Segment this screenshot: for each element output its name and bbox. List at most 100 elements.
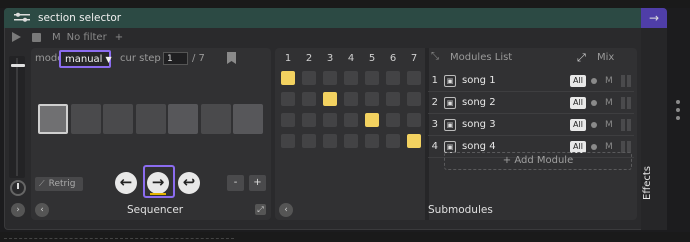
module-number: 3: [431, 119, 438, 130]
level-bar: [620, 96, 625, 109]
return-button[interactable]: ↩: [178, 172, 200, 194]
device-title: section selector: [38, 12, 122, 24]
step-block-4[interactable]: [135, 104, 166, 134]
grid-cell-r3-c6[interactable]: [386, 113, 400, 127]
filter-label[interactable]: No filter: [67, 32, 107, 43]
retrig-label: Retrig: [48, 179, 76, 189]
grid-cell-r1-c3[interactable]: [323, 71, 337, 85]
retrig-button[interactable]: ⟋ Retrig: [35, 177, 83, 191]
level-bar: [620, 118, 625, 131]
column-3: 3: [326, 53, 334, 64]
grid-cell-r4-c7[interactable]: [407, 134, 421, 148]
mode-select[interactable]: manual ▼: [59, 50, 112, 68]
step-block-5[interactable]: [168, 104, 198, 134]
collapse-arrow-button[interactable]: →: [641, 8, 667, 28]
level-bar: [620, 140, 625, 153]
add-filter-button[interactable]: +: [115, 32, 123, 43]
grid-cell-r2-c1[interactable]: [281, 92, 295, 106]
grid-cell-r4-c2[interactable]: [302, 134, 316, 148]
retrig-icon: ⟋: [39, 179, 45, 188]
module-list: 1 ▣ song 1 All M 2 ▣ song 2 All M 3 ▣ song 3 All M 4 ▣ so…: [428, 70, 634, 158]
all-button[interactable]: All: [570, 96, 586, 109]
column-2: 2: [305, 53, 313, 64]
curstep-label: cur step: [120, 53, 161, 64]
grid-cell-r2-c3[interactable]: [323, 92, 337, 106]
solo-dot-icon[interactable]: [591, 77, 597, 84]
step-blocks: [38, 104, 263, 134]
all-button[interactable]: All: [570, 140, 586, 153]
column-6: 6: [389, 53, 397, 64]
play-icon[interactable]: [12, 32, 21, 42]
mute-label[interactable]: M: [605, 76, 613, 86]
module-row[interactable]: 2 ▣ song 2 All M: [428, 92, 634, 113]
plus-button[interactable]: +: [249, 175, 266, 191]
m-toggle[interactable]: M: [52, 32, 61, 43]
grid-cell-r4-c4[interactable]: [344, 134, 358, 148]
grid-cell-r2-c6[interactable]: [386, 92, 400, 106]
sequencer-left-chevron-icon[interactable]: ‹: [35, 203, 49, 217]
mute-label[interactable]: M: [605, 142, 613, 152]
grid-cell-r1-c1[interactable]: [281, 71, 295, 85]
step-block-1[interactable]: [38, 104, 68, 134]
back-button[interactable]: ←: [115, 172, 137, 194]
all-button[interactable]: All: [570, 74, 586, 87]
level-bar: [626, 96, 631, 109]
mode-value: manual: [65, 53, 103, 65]
solo-dot-icon[interactable]: [591, 143, 597, 150]
grid-cell-r2-c2[interactable]: [302, 92, 316, 106]
grid-cell-r4-c5[interactable]: [365, 134, 379, 148]
grid-cell-r1-c6[interactable]: [386, 71, 400, 85]
grid-cell-r2-c5[interactable]: [365, 92, 379, 106]
grid-cell-r2-c7[interactable]: [407, 92, 421, 106]
grid-cell-r3-c4[interactable]: [344, 113, 358, 127]
mute-label[interactable]: M: [605, 98, 613, 108]
submodules-left-chevron-icon[interactable]: ‹: [279, 203, 293, 217]
grid-cell-r1-c4[interactable]: [344, 71, 358, 85]
expand-arrows-icon[interactable]: ⤢: [577, 51, 586, 65]
step-block-7[interactable]: [233, 104, 263, 134]
grid-cell-r4-c3[interactable]: [323, 134, 337, 148]
grid-cell-r3-c5[interactable]: [365, 113, 379, 127]
module-row[interactable]: 3 ▣ song 3 All M: [428, 114, 634, 135]
sequencer-title: Sequencer: [127, 204, 184, 216]
collapse-icon[interactable]: ⤡: [431, 51, 439, 62]
mute-label[interactable]: M: [605, 120, 613, 130]
grid-cell-r3-c7[interactable]: [407, 113, 421, 127]
module-name: song 1: [462, 75, 496, 86]
more-icon[interactable]: [676, 100, 680, 120]
all-button[interactable]: All: [570, 118, 586, 131]
grid-cell-r2-c4[interactable]: [344, 92, 358, 106]
minus-button[interactable]: -: [227, 175, 244, 191]
forward-indicator: [150, 193, 166, 195]
expand-chevron-icon[interactable]: ›: [11, 203, 25, 217]
column-7: 7: [410, 53, 418, 64]
bottom-bar: [0, 232, 690, 242]
grid-cell-r3-c2[interactable]: [302, 113, 316, 127]
fader-handle[interactable]: [11, 64, 25, 67]
expand-icon[interactable]: ⤢: [255, 204, 266, 215]
top-bar: [0, 0, 690, 8]
gain-knob[interactable]: [10, 180, 26, 196]
stop-icon[interactable]: [32, 32, 41, 42]
step-block-2[interactable]: [70, 104, 101, 134]
grid-cell-r1-c7[interactable]: [407, 71, 421, 85]
submodules-title: Submodules: [428, 204, 493, 216]
solo-dot-icon[interactable]: [591, 121, 597, 128]
module-row[interactable]: 1 ▣ song 1 All M: [428, 70, 634, 91]
forward-button[interactable]: →: [147, 172, 169, 194]
step-block-6[interactable]: [200, 104, 231, 134]
grid-cell-r3-c3[interactable]: [323, 113, 337, 127]
column-headers: 1 2 3 4 5 6 7: [281, 53, 421, 64]
grid-cell-r1-c2[interactable]: [302, 71, 316, 85]
grid-cell-r4-c1[interactable]: [281, 134, 295, 148]
grid-cell-r4-c6[interactable]: [386, 134, 400, 148]
step-block-3[interactable]: [103, 104, 133, 134]
grid-cell-r3-c1[interactable]: [281, 113, 295, 127]
column-1: 1: [284, 53, 292, 64]
column-5: 5: [368, 53, 376, 64]
curstep-input[interactable]: 1: [163, 52, 188, 65]
add-module-button[interactable]: + Add Module: [444, 152, 632, 170]
solo-dot-icon[interactable]: [591, 99, 597, 106]
module-number: 1: [431, 75, 438, 86]
grid-cell-r1-c5[interactable]: [365, 71, 379, 85]
